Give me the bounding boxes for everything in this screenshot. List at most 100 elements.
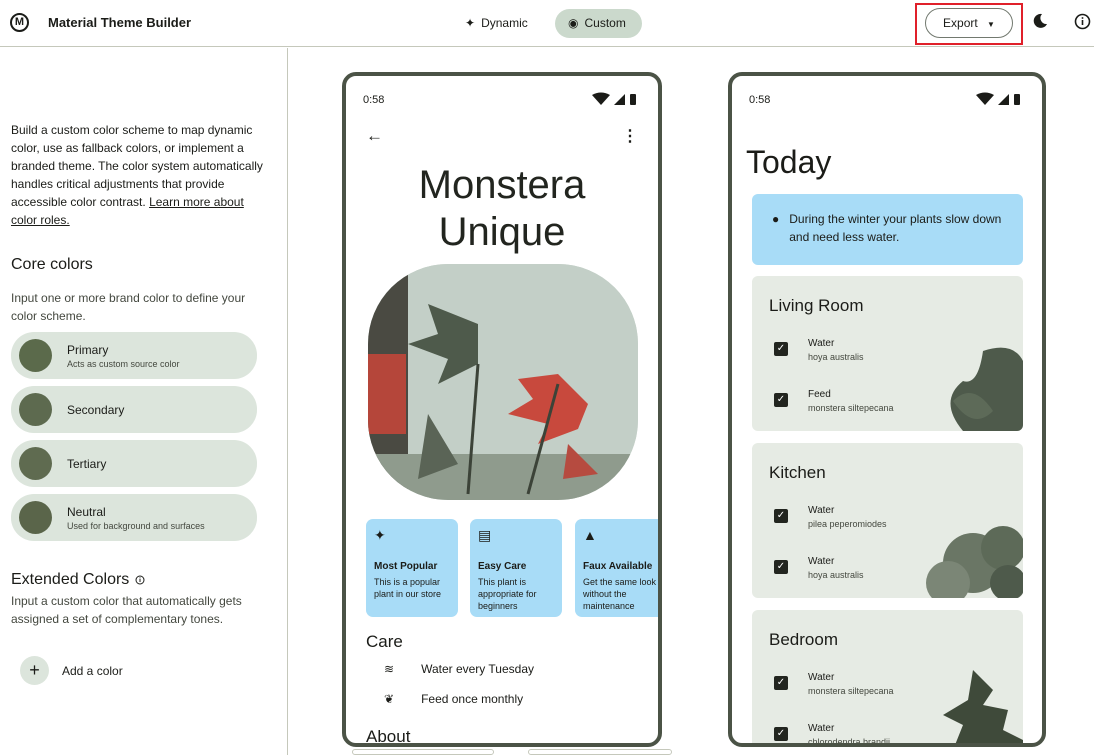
feature-title: Easy Care (478, 561, 527, 572)
task-item[interactable]: ✓ Feed monstera siltepecana (774, 389, 894, 413)
water-waves-icon: ≋ (384, 662, 395, 676)
task-item[interactable]: ✓ Water hoya australis (774, 556, 864, 580)
checkbox[interactable]: ✓ (774, 676, 788, 690)
leaf-icon: ❦ (384, 692, 395, 706)
checkbox[interactable]: ✓ (774, 560, 788, 574)
plant-title-line1: Monstera (418, 163, 586, 207)
dynamic-mode-button[interactable]: ✦ Dynamic (452, 9, 540, 38)
plant-title: Monstera Unique (346, 162, 658, 256)
plant-detail-phone-preview: 0:58 ← ⋮ Monstera Unique ✦ Most Popular … (342, 72, 662, 747)
tertiary-color-chip[interactable]: Tertiary (11, 440, 257, 487)
task-name: Water (808, 723, 835, 734)
tertiary-swatch[interactable] (19, 447, 52, 480)
chip-name: Tertiary (67, 456, 107, 471)
preview-scroll-indicator[interactable] (352, 749, 494, 755)
tree-icon: ▲ (583, 527, 597, 543)
about-heading: About (366, 727, 411, 746)
task-item[interactable]: ✓ Water monstera siltepecana (774, 672, 894, 696)
care-item: ≋ Water every Tuesday (384, 662, 534, 676)
task-name: Water (808, 505, 835, 516)
add-color-button[interactable]: + (20, 656, 49, 685)
task-plant: hoya australis (808, 570, 864, 580)
preview-scroll-indicator[interactable] (528, 749, 672, 755)
checkbox[interactable]: ✓ (774, 509, 788, 523)
room-card-bedroom[interactable]: Bedroom ✓ Water monstera siltepecana ✓ Wa… (752, 610, 1023, 743)
feature-card-faux-available[interactable]: ▲ Faux Available Get the same look witho… (575, 519, 658, 617)
care-text: Feed once monthly (421, 692, 524, 706)
chip-name: Primary (67, 342, 109, 357)
status-time: 0:58 (363, 94, 385, 106)
task-item[interactable]: ✓ Water pilea peperomiodes (774, 505, 887, 529)
sidebar: Build a custom color scheme to map dynam… (0, 48, 288, 755)
app-title: Material Theme Builder (48, 15, 192, 30)
primary-color-chip[interactable]: Primary Acts as custom source color (11, 332, 257, 379)
task-name: Water (808, 672, 835, 683)
top-app-bar: M Material Theme Builder ✦ Dynamic ◉ Cus… (0, 0, 1094, 47)
care-item: ❦ Feed once monthly (384, 692, 523, 706)
add-color-label[interactable]: Add a color (62, 664, 123, 678)
task-name: Water (808, 338, 835, 349)
task-plant: pilea peperomiodes (808, 519, 887, 529)
room-card-living-room[interactable]: Living Room ✓ Water hoya australis ✓ Feed… (752, 276, 1023, 431)
room-card-kitchen[interactable]: Kitchen ✓ Water pilea peperomiodes ✓ Wate… (752, 443, 1023, 598)
secondary-color-chip[interactable]: Secondary (11, 386, 257, 433)
tip-text: During the winter your plants slow down … (789, 212, 1002, 244)
feature-card-most-popular[interactable]: ✦ Most Popular This is a popular plant i… (366, 519, 458, 617)
material-logo-icon: M (10, 13, 29, 32)
care-heading: Care (366, 632, 403, 651)
lightbulb-icon: ● (772, 212, 780, 226)
export-label: Export (943, 16, 978, 30)
info-icon[interactable] (135, 575, 145, 585)
checkbox[interactable]: ✓ (774, 342, 788, 356)
feature-card-easy-care[interactable]: ▤ Easy Care This plant is appropriate fo… (470, 519, 562, 617)
feature-description: This plant is appropriate for beginners (478, 577, 537, 611)
back-arrow-icon[interactable]: ← (366, 126, 383, 146)
plant-illustration (950, 347, 1023, 431)
more-vert-icon[interactable]: ⋮ (622, 126, 638, 146)
extended-colors-heading: Extended Colors (11, 571, 145, 589)
status-time: 0:58 (749, 94, 771, 106)
feature-description: Get the same look without the maintenanc… (583, 577, 657, 611)
caret-down-icon: ▼ (987, 20, 995, 29)
plant-illustration (943, 670, 1023, 743)
room-name: Bedroom (769, 630, 838, 649)
extended-colors-description: Input a custom color that automatically … (11, 594, 242, 626)
feature-title: Most Popular (374, 561, 438, 572)
plant-title-line2: Unique (438, 210, 566, 254)
dark-mode-icon[interactable] (1031, 13, 1049, 31)
task-name: Water (808, 556, 835, 567)
chip-name: Secondary (67, 402, 125, 417)
sparkle-icon: ✦ (374, 527, 386, 543)
chip-subtitle: Acts as custom source color (67, 358, 180, 369)
task-item[interactable]: ✓ Water hoya australis (774, 338, 864, 362)
today-heading: Today (746, 144, 832, 180)
plant-image (368, 264, 638, 500)
feature-description: This is a popular plant in our store (374, 577, 442, 599)
core-colors-heading: Core colors (11, 256, 93, 273)
primary-swatch[interactable] (19, 339, 52, 372)
task-plant: monstera siltepecana (808, 686, 894, 696)
intro-text: Build a custom color scheme to map dynam… (11, 121, 266, 229)
plant-illustration (926, 526, 1023, 598)
checkbox[interactable]: ✓ (774, 727, 788, 741)
tip-card: ● During the winter your plants slow dow… (752, 194, 1023, 265)
task-plant: hoya australis (808, 352, 864, 362)
status-icons (976, 92, 1024, 109)
core-colors-description: Input one or more brand color to define … (11, 291, 246, 323)
task-name: Feed (808, 389, 831, 400)
room-name: Kitchen (769, 463, 826, 482)
neutral-color-chip[interactable]: Neutral Used for background and surfaces (11, 494, 257, 541)
task-item[interactable]: ✓ Water chlorodendra brandii (774, 723, 890, 743)
room-name: Living Room (769, 296, 864, 315)
chip-subtitle: Used for background and surfaces (67, 520, 205, 531)
custom-mode-button[interactable]: ◉ Custom (555, 9, 642, 38)
custom-mode-label: Custom (584, 16, 626, 30)
info-icon[interactable] (1073, 13, 1091, 31)
today-phone-preview: 0:58 Today ● During the winter your plan… (728, 72, 1046, 747)
chip-name: Neutral (67, 504, 106, 519)
export-button[interactable]: Export ▼ (925, 8, 1013, 38)
checkbox[interactable]: ✓ (774, 393, 788, 407)
secondary-swatch[interactable] (19, 393, 52, 426)
status-icons (592, 92, 640, 109)
neutral-swatch[interactable] (19, 501, 52, 534)
